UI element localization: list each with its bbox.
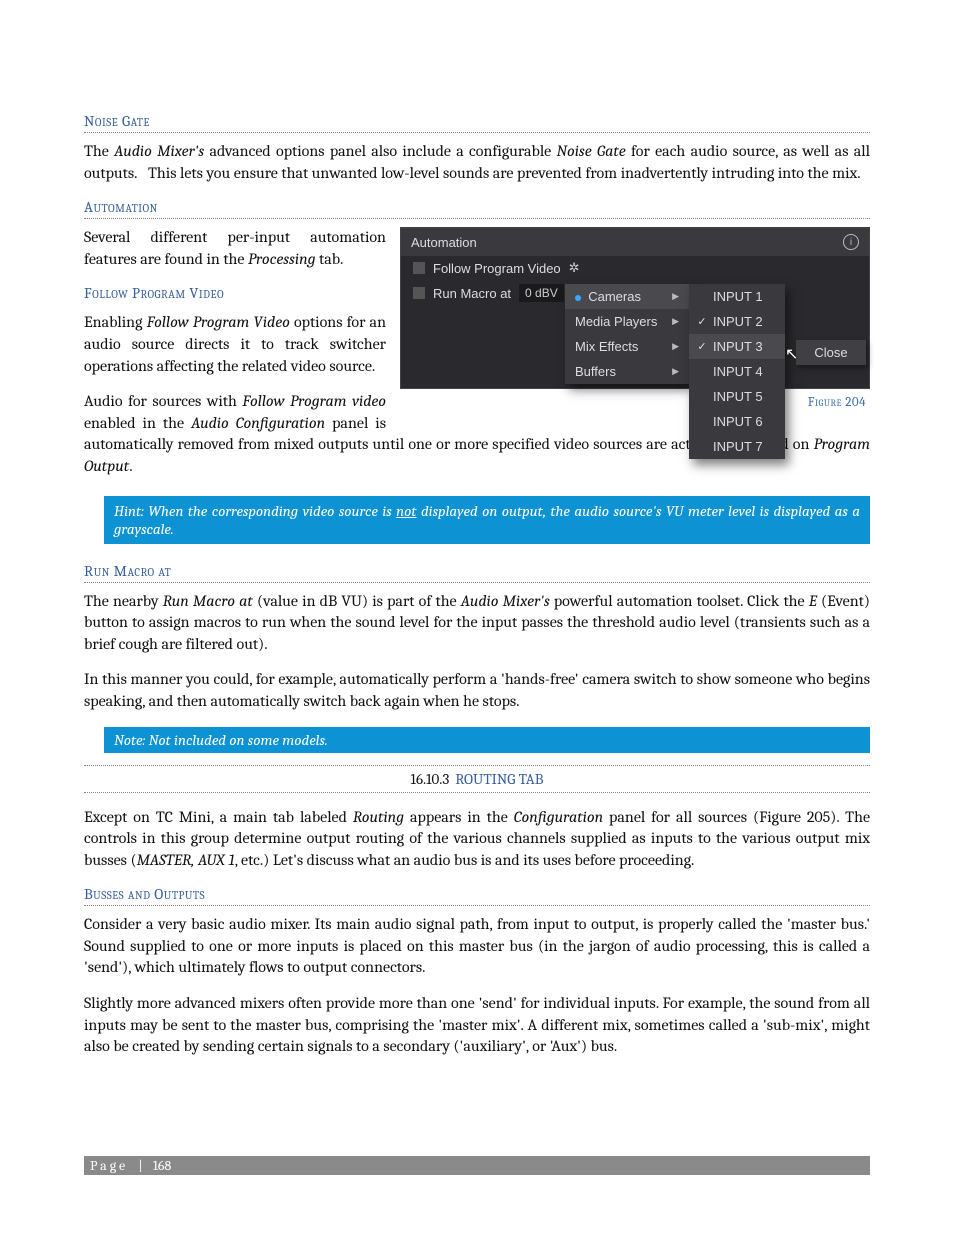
chevron-right-icon: ▶: [672, 366, 679, 377]
para-noise-gate: The Audio Mixer's advanced options panel…: [84, 141, 870, 184]
gear-icon[interactable]: ✲: [569, 260, 580, 276]
dot-icon: [575, 295, 581, 301]
figure-204: Automation i Follow Program Video ✲ Run …: [400, 227, 870, 410]
menu-item-buffers[interactable]: Buffers ▶: [565, 359, 689, 384]
menu-item-input-3[interactable]: ✓INPUT 3: [689, 334, 785, 359]
heading-busses: Busses and Outputs: [84, 885, 870, 906]
checkbox-follow-pv[interactable]: [413, 262, 425, 274]
menu-item-input-5[interactable]: INPUT 5: [689, 384, 785, 409]
para-run-macro-1: The nearby Run Macro at (value in dB VU)…: [84, 591, 870, 656]
figure-caption: Figure 204: [400, 389, 870, 410]
section-heading-routing: 16.10.3ROUTING TAB: [84, 765, 870, 793]
hint-box: Hint: When the corresponding video sourc…: [104, 496, 870, 544]
follow-program-video-row[interactable]: Follow Program Video ✲: [401, 256, 869, 280]
menu-item-input-1[interactable]: INPUT 1: [689, 284, 785, 309]
menu-item-input-7[interactable]: INPUT 7: [689, 434, 785, 459]
para-busses-1: Consider a very basic audio mixer. Its m…: [84, 914, 870, 979]
submenu-inputs[interactable]: INPUT 1 ✓INPUT 2 ✓INPUT 3 INPUT 4 INPUT …: [689, 284, 785, 459]
check-icon: ✓: [697, 340, 707, 353]
chevron-right-icon: ▶: [672, 291, 679, 302]
close-button[interactable]: Close: [796, 340, 866, 365]
automation-panel: Automation i Follow Program Video ✲ Run …: [400, 227, 870, 389]
menu-item-media-players[interactable]: Media Players ▶: [565, 309, 689, 334]
para-routing: Except on TC Mini, a main tab labeled Ro…: [84, 807, 870, 872]
menu-item-input-2[interactable]: ✓INPUT 2: [689, 309, 785, 334]
para-busses-2: Slightly more advanced mixers often prov…: [84, 993, 870, 1058]
submenu-categories[interactable]: Cameras ▶ Media Players ▶ Mix Effects ▶ …: [565, 284, 689, 384]
run-macro-value[interactable]: 0 dBV: [519, 284, 564, 302]
heading-run-macro: Run Macro at: [84, 562, 870, 583]
heading-automation: Automation: [84, 198, 870, 219]
para-run-macro-2: In this manner you could, for example, a…: [84, 669, 870, 712]
follow-pv-label: Follow Program Video: [433, 261, 561, 276]
menu-item-input-4[interactable]: INPUT 4: [689, 359, 785, 384]
info-icon[interactable]: i: [843, 234, 859, 250]
check-icon: ✓: [697, 315, 707, 328]
menu-item-cameras[interactable]: Cameras ▶: [565, 284, 689, 309]
checkbox-run-macro[interactable]: [413, 287, 425, 299]
run-macro-label: Run Macro at: [433, 286, 511, 301]
heading-noise-gate: Noise Gate: [84, 112, 870, 133]
chevron-right-icon: ▶: [672, 341, 679, 352]
panel-header: Automation i: [401, 228, 869, 256]
menu-item-mix-effects[interactable]: Mix Effects ▶: [565, 334, 689, 359]
page-footer: Page | 168: [84, 1156, 870, 1175]
note-box: Note: Not included on some models.: [104, 727, 870, 753]
menu-item-input-6[interactable]: INPUT 6: [689, 409, 785, 434]
panel-title: Automation: [411, 235, 477, 250]
chevron-right-icon: ▶: [672, 316, 679, 327]
